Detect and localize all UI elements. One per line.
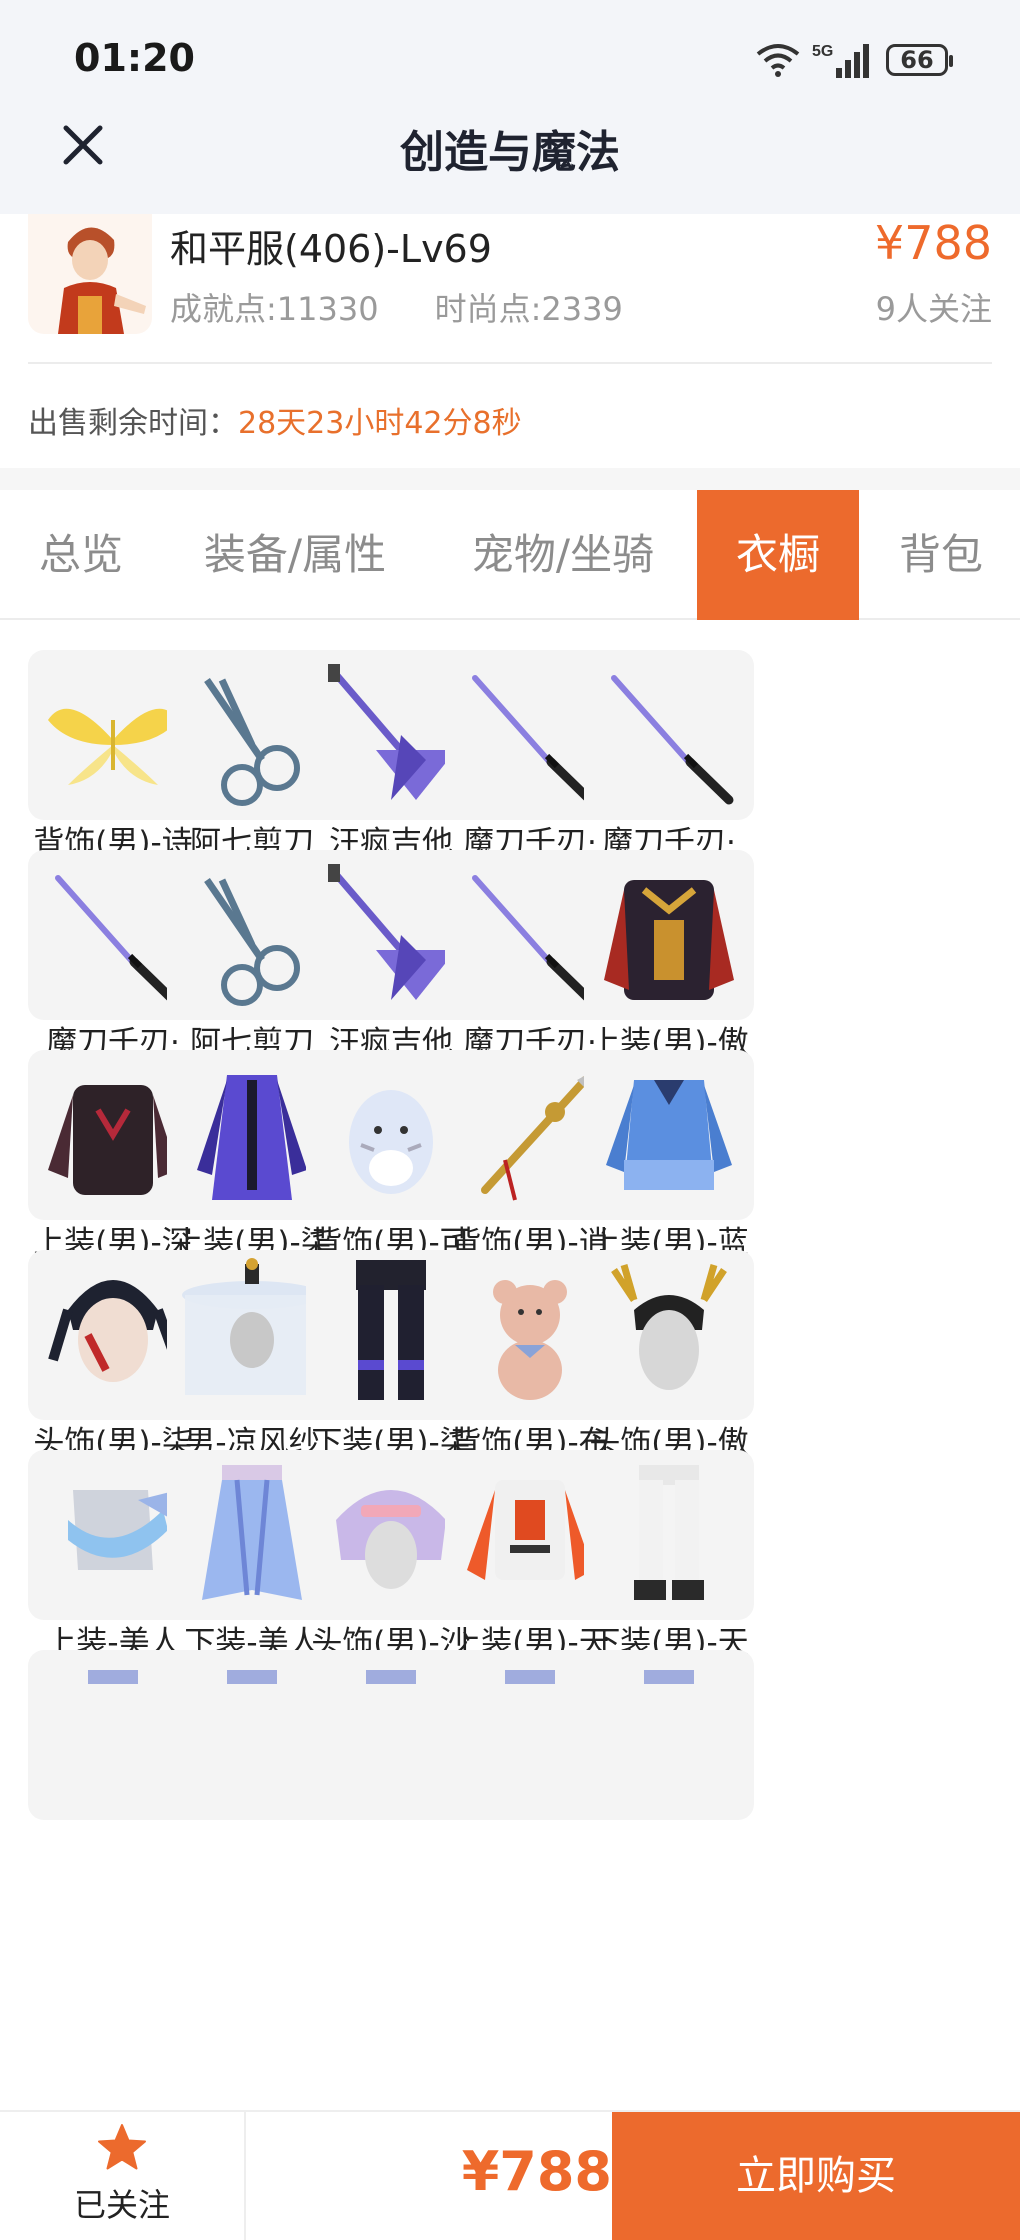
status-bar: 01:20 5G 66 — [0, 0, 1020, 120]
sale-time-value: 28天23小时42分8秒 — [238, 406, 522, 441]
dragon-robe-icon — [584, 850, 754, 1020]
tab-wardrobe[interactable]: 衣橱 — [697, 490, 859, 620]
wardrobe-item[interactable] — [584, 1650, 754, 1935]
svg-text:5G: 5G — [812, 43, 833, 60]
battery-icon: 66 — [886, 44, 953, 76]
tab-overview[interactable]: 总览 — [18, 490, 144, 620]
wifi-icon — [756, 44, 800, 77]
follower-count: 9人关注 — [875, 290, 992, 328]
section-gap — [0, 468, 1020, 490]
character-name: 和平服(406)-Lv69 — [170, 227, 492, 271]
buy-now-button[interactable]: 立即购买 — [612, 2112, 1020, 2240]
listing-summary: 和平服(406)-Lv69 成就点:11330 时尚点:2339 ¥788 9人关… — [0, 214, 1020, 468]
star-icon — [98, 2124, 146, 2170]
sale-remaining-time: 出售剩余时间：28天23小时42分8秒 — [28, 398, 522, 442]
character-avatar — [28, 214, 152, 334]
fashion-points: 时尚点:2339 — [434, 290, 623, 328]
mecha-pants-icon — [584, 1450, 754, 1620]
clock: 01:20 — [74, 36, 195, 80]
listing-price: ¥788 — [874, 216, 992, 270]
sale-time-label: 出售剩余时间： — [28, 406, 238, 441]
signal-5g-icon: 5G — [812, 43, 869, 78]
tab-equipment[interactable]: 装备/属性 — [180, 490, 410, 620]
achievement-points: 成就点:11330 — [170, 290, 379, 328]
divider — [28, 362, 992, 364]
antler-head-icon — [584, 1250, 754, 1420]
follow-button[interactable]: 已关注 — [0, 2112, 244, 2240]
tab-backpack[interactable]: 背包 — [878, 490, 1004, 620]
character-stats: 成就点:11330 时尚点:2339 — [170, 284, 623, 330]
wardrobe-grid: 背饰(男)-诗语蝶翼阿七剪刀汪疯吉他魔刀千刃·大剑魔刀千刃·大剑魔刀千刃·镰刀阿… — [28, 650, 994, 2110]
status-icons: 5G 66 — [756, 36, 953, 84]
tab-bar: 总览 装备/属性 宠物/坐骑 衣橱 背包 — [0, 490, 1020, 620]
page-title: 创造与魔法 — [400, 127, 620, 178]
blue-jacket-icon — [584, 1050, 754, 1220]
nav-bar: 创造与魔法 — [0, 110, 1020, 214]
partial-item-icon — [584, 1650, 754, 1820]
follow-label: 已关注 — [73, 2186, 170, 2224]
bottom-action-bar: 已关注 ¥788 立即购买 — [0, 2110, 1020, 2240]
katana-icon — [584, 650, 754, 820]
tab-pets-mounts[interactable]: 宠物/坐骑 — [448, 490, 678, 620]
header-area: 01:20 5G 66 创造与魔法 — [0, 0, 1020, 214]
bottom-price: ¥788 — [461, 2140, 612, 2203]
